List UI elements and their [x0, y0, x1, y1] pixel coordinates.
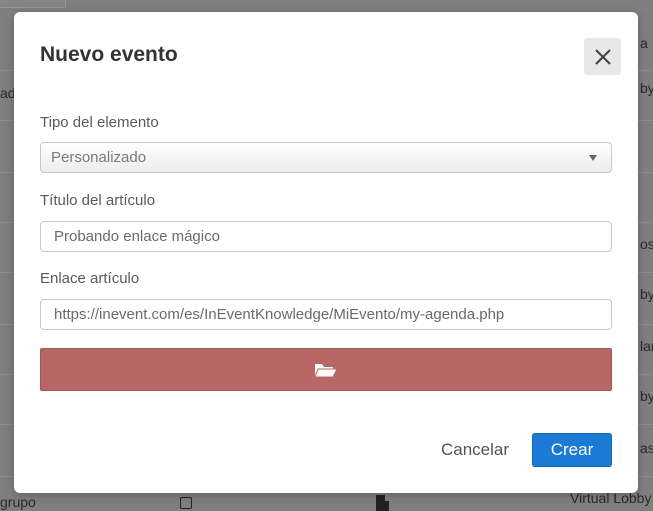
type-select-value: Personalizado: [51, 149, 147, 166]
upload-button[interactable]: [40, 348, 612, 391]
close-button[interactable]: [584, 38, 621, 75]
caret-down-icon: [589, 154, 597, 161]
link-field-label: Enlace artículo: [40, 270, 140, 287]
type-select[interactable]: Personalizado: [40, 142, 612, 173]
background-text: by: [640, 388, 653, 404]
door-icon: [376, 495, 389, 511]
checkbox-icon: [180, 497, 192, 509]
background-text: grupo: [0, 494, 36, 510]
background-text: lan: [640, 338, 653, 354]
background-text: os: [640, 236, 653, 252]
close-icon: [594, 48, 611, 65]
create-button[interactable]: Crear: [532, 433, 612, 467]
new-event-modal: Nuevo evento Tipo del elemento Personali…: [14, 12, 638, 493]
background-text: a: [640, 35, 648, 51]
background-top-box: [0, 0, 66, 8]
title-input[interactable]: [40, 221, 612, 252]
background-text: by: [640, 80, 653, 96]
link-input[interactable]: [40, 299, 612, 330]
background-text: by: [640, 286, 653, 302]
background-text: as: [640, 440, 653, 456]
type-field-label: Tipo del elemento: [40, 114, 159, 131]
modal-title: Nuevo evento: [40, 43, 178, 66]
title-field-label: Título del artículo: [40, 192, 156, 209]
folder-open-icon: [314, 363, 338, 377]
cancel-button[interactable]: Cancelar: [430, 433, 520, 466]
